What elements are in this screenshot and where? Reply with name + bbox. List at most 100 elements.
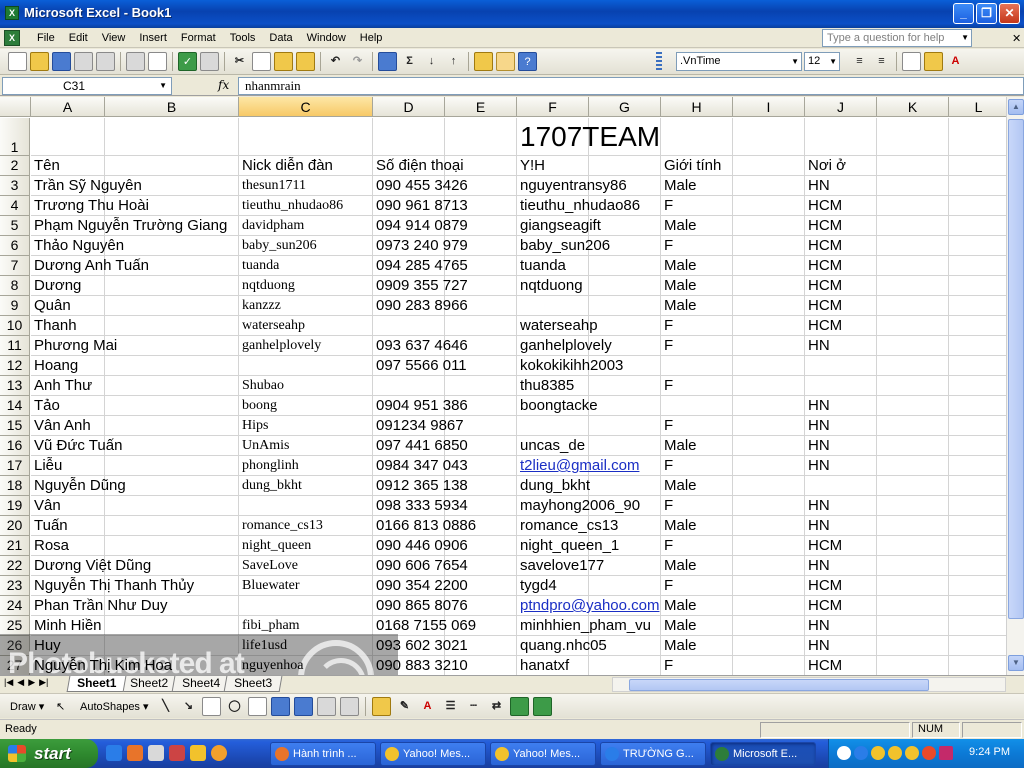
grid-cell[interactable] (105, 636, 239, 656)
grid-cell[interactable] (733, 356, 805, 376)
grid-cell[interactable] (949, 476, 1009, 496)
undo-icon[interactable]: ↶ (326, 52, 345, 71)
cell-yh[interactable]: thu8385 (517, 376, 574, 396)
cell-place[interactable]: HN (805, 396, 830, 416)
grid-cell[interactable] (373, 118, 445, 156)
grid-cell[interactable] (733, 156, 805, 176)
sheet-tab-sheet4[interactable]: Sheet4 (171, 676, 231, 692)
grid-cell[interactable] (877, 576, 949, 596)
increase-indent-icon[interactable]: ≡ (872, 52, 891, 71)
grid-cell[interactable] (949, 576, 1009, 596)
cell-yh[interactable]: ptndpro@yahoo.com (517, 596, 659, 616)
grid-cell[interactable] (877, 376, 949, 396)
grid-cell[interactable] (949, 276, 1009, 296)
cell-nick[interactable]: baby_sun206 (239, 236, 317, 256)
chevron-down-icon[interactable]: ▼ (791, 53, 799, 70)
cell-phone[interactable]: 0909 355 727 (373, 276, 468, 296)
first-sheet-icon[interactable]: |◀ (4, 677, 13, 688)
cell-nick[interactable]: SaveLove (239, 556, 298, 576)
cell-phone[interactable]: 093 602 3021 (373, 636, 468, 656)
grid-cell[interactable] (733, 196, 805, 216)
grid-cell[interactable] (733, 396, 805, 416)
cell-place[interactable]: HN (805, 636, 830, 656)
cell-nick[interactable]: UnAmis (239, 436, 289, 456)
grid-cell[interactable] (31, 118, 105, 156)
cell-yh[interactable]: uncas_de (517, 436, 585, 456)
sort-descending-icon[interactable]: ↑ (444, 52, 463, 71)
scroll-up-icon[interactable]: ▲ (1008, 99, 1024, 115)
grid-cell[interactable] (589, 476, 661, 496)
hyperlink-icon[interactable] (378, 52, 397, 71)
grid-cell[interactable] (733, 556, 805, 576)
cell-gender[interactable]: Male (661, 256, 697, 276)
grid-cell[interactable] (105, 356, 239, 376)
grid-cell[interactable] (877, 556, 949, 576)
grid-cell[interactable] (877, 456, 949, 476)
line-icon[interactable]: ╲ (156, 697, 175, 716)
cell-gender[interactable]: F (661, 196, 673, 216)
grid-cell[interactable] (733, 596, 805, 616)
grid-cell[interactable] (805, 476, 877, 496)
grid-cell[interactable] (949, 516, 1009, 536)
cell-yh[interactable]: hanatxf (517, 656, 569, 675)
grid-cell[interactable] (877, 396, 949, 416)
borders-icon[interactable] (902, 52, 921, 71)
cell-nick[interactable]: davidpham (239, 216, 304, 236)
cell-phone[interactable]: 097 5566 011 (373, 356, 467, 376)
restore-button[interactable]: ❐ (976, 3, 997, 24)
grid-cell[interactable] (877, 596, 949, 616)
cell-name[interactable]: Hoang (31, 356, 78, 376)
cell-gender[interactable]: F (661, 456, 673, 476)
grid-cell[interactable] (949, 216, 1009, 236)
column-header-k[interactable]: K (877, 97, 949, 117)
font-color-icon[interactable]: A (418, 697, 437, 716)
cell-gender[interactable]: Male (661, 476, 697, 496)
chevron-down-icon[interactable]: ▼ (159, 78, 167, 94)
grid-cell[interactable] (239, 356, 373, 376)
cell-phone[interactable]: 093 637 4646 (373, 336, 468, 356)
grid-cell[interactable] (733, 216, 805, 236)
oval-icon[interactable]: ◯ (225, 697, 244, 716)
grid-cell[interactable] (949, 616, 1009, 636)
drawing-icon[interactable] (496, 52, 515, 71)
grid-cell[interactable] (949, 656, 1009, 675)
cell-gender[interactable]: F (661, 316, 673, 336)
cell-name[interactable]: Rosa (31, 536, 69, 556)
next-sheet-icon[interactable]: ▶ (28, 677, 35, 688)
workbook-icon[interactable]: X (4, 30, 20, 46)
cell-phone[interactable]: 090 283 8966 (373, 296, 468, 316)
grid-cell[interactable] (239, 118, 373, 156)
cell-yh[interactable]: dung_bkht (517, 476, 590, 496)
grid-cell[interactable] (949, 336, 1009, 356)
grid-cell[interactable] (105, 456, 239, 476)
redo-icon[interactable]: ↷ (348, 52, 367, 71)
cell-name[interactable]: Vân Anh (31, 416, 91, 436)
ask-question-box[interactable]: Type a question for help ▼ (822, 29, 972, 47)
grid-cell[interactable] (373, 316, 445, 336)
cell-place[interactable]: HN (805, 496, 830, 516)
cell-phone[interactable]: 0984 347 043 (373, 456, 468, 476)
font-name-select[interactable]: .VnTime ▼ (676, 52, 802, 71)
cell-place[interactable]: HCM (805, 196, 842, 216)
horizontal-scroll-thumb[interactable] (629, 679, 929, 691)
grid-cell[interactable] (589, 396, 661, 416)
row-header[interactable]: 25 (0, 616, 30, 636)
column-header-h[interactable]: H (661, 97, 733, 117)
sheet-tab-sheet1[interactable]: Sheet1 (66, 676, 127, 692)
cell-name[interactable]: Dương (31, 276, 81, 296)
row-header[interactable]: 10 (0, 316, 30, 336)
cell-yh[interactable]: savelove177 (517, 556, 604, 576)
cell-nick[interactable]: boong (239, 396, 277, 416)
grid-cell[interactable] (733, 496, 805, 516)
cell-gender[interactable]: Male (661, 276, 697, 296)
cell-place[interactable]: HCM (805, 216, 842, 236)
cell-name[interactable]: Thanh (31, 316, 77, 336)
grid-cell[interactable] (949, 636, 1009, 656)
grid-cell[interactable] (805, 356, 877, 376)
grid-cell[interactable] (949, 416, 1009, 436)
open-icon[interactable] (30, 52, 49, 71)
cell-place[interactable]: HCM (805, 316, 842, 336)
grid-cell[interactable] (239, 496, 373, 516)
tray-network-icon[interactable] (854, 746, 868, 760)
grid-cell[interactable] (877, 616, 949, 636)
